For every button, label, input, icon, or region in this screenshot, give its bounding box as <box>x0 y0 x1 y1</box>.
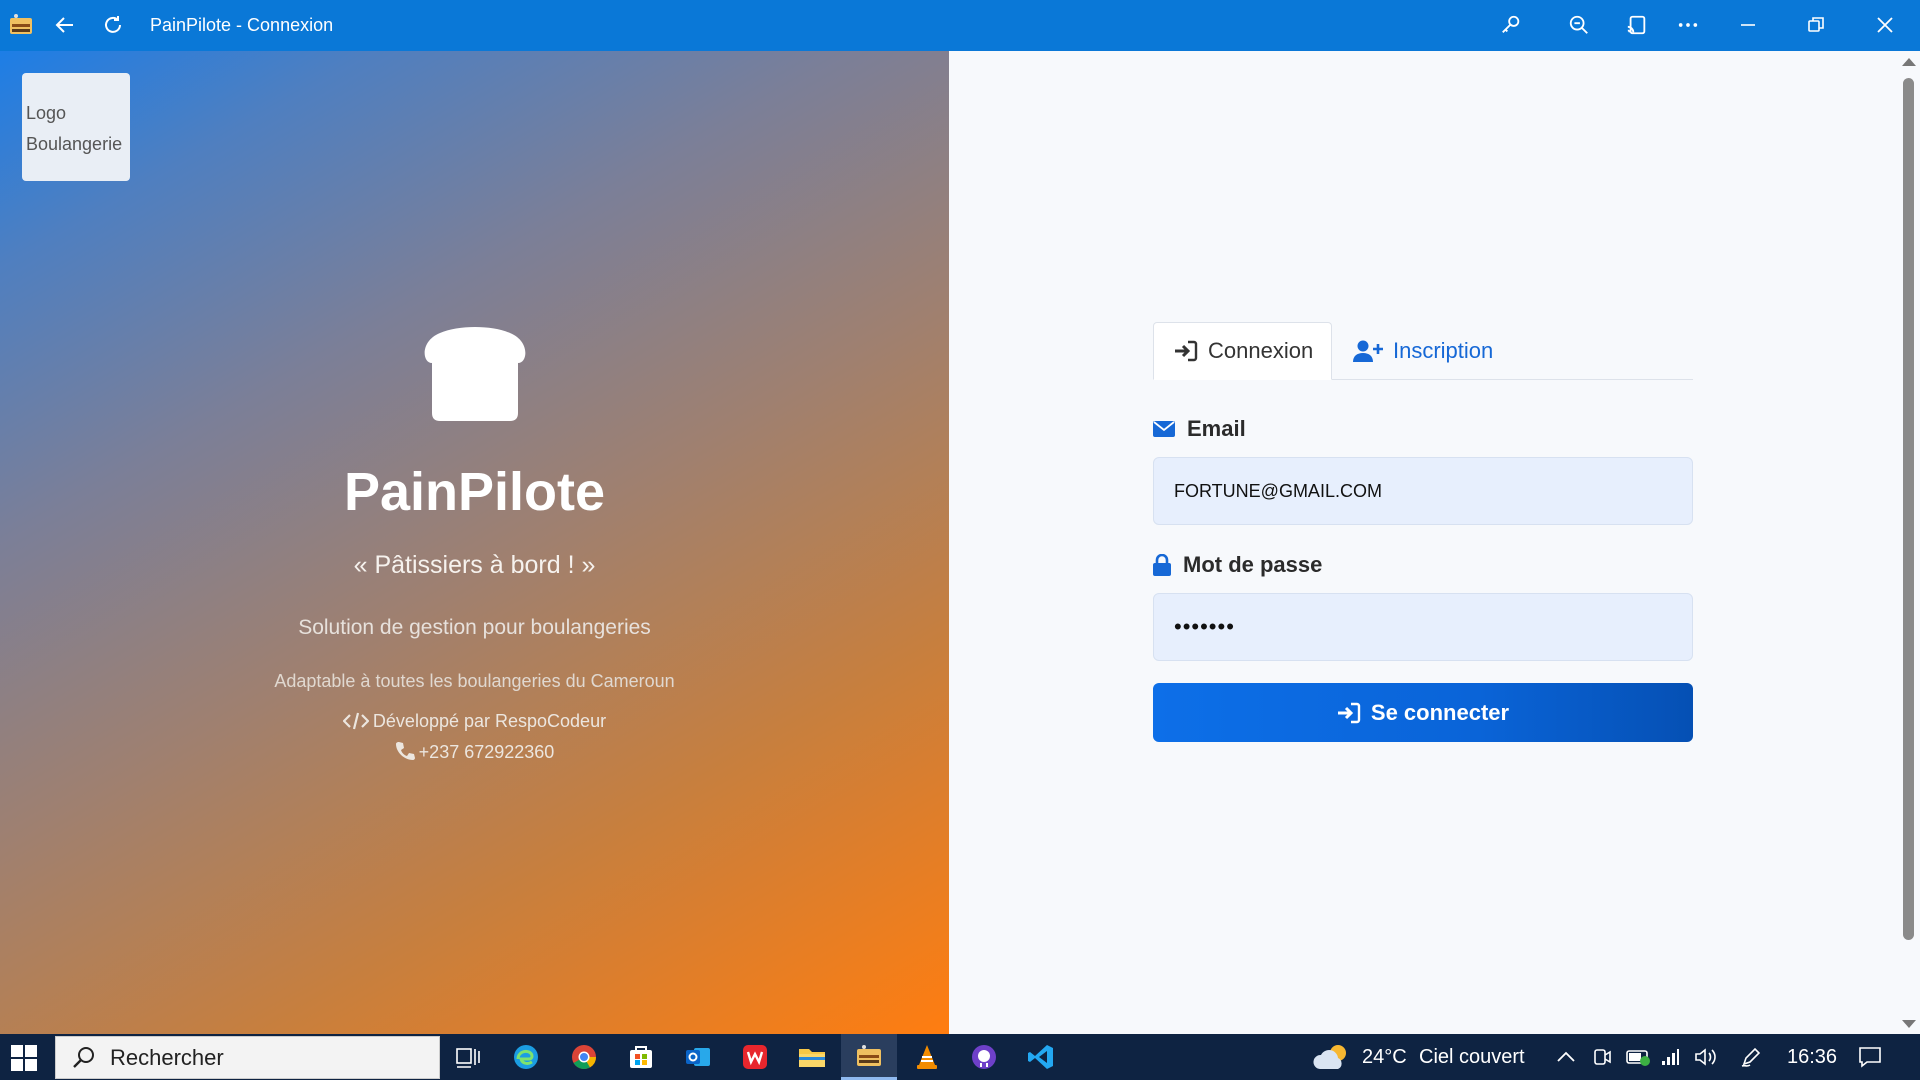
scroll-down-arrow[interactable] <box>1902 1020 1916 1028</box>
brand-panel: Logo Boulangerie PainPilote « Pâtissiers… <box>0 51 949 1034</box>
store-icon[interactable] <box>613 1034 669 1080</box>
taskbar: Rechercher 24°C Ciel couvert 16:36 <box>0 1034 1920 1080</box>
logo-line-1: Logo <box>26 103 67 123</box>
tab-inscription-label: Inscription <box>1393 338 1494 363</box>
window-title: PainPilote - Connexion <box>150 15 334 35</box>
network-icon[interactable] <box>1660 1034 1680 1080</box>
battery-icon[interactable] <box>1626 1034 1652 1080</box>
wps-office-icon[interactable] <box>727 1034 783 1080</box>
chrome-icon[interactable] <box>556 1034 612 1080</box>
logo-placeholder: Logo Boulangerie <box>22 73 130 181</box>
brand-subtitle: Solution de gestion pour boulangeries <box>298 616 651 639</box>
phone-line: +237 672922360 <box>0 741 949 766</box>
refresh-icon[interactable] <box>96 8 130 42</box>
cast-icon[interactable] <box>1620 8 1654 42</box>
phone-icon <box>395 741 415 766</box>
taskbar-search[interactable]: Rechercher <box>55 1036 440 1079</box>
title-bar: PainPilote - Connexion <box>0 0 1920 51</box>
back-arrow-icon[interactable] <box>48 8 82 42</box>
email-label: Email <box>1153 416 1246 442</box>
vlc-icon[interactable] <box>899 1034 955 1080</box>
sign-in-icon <box>1337 702 1361 724</box>
phone-text: +237 672922360 <box>418 742 555 762</box>
close-icon[interactable] <box>1868 8 1902 42</box>
brand-adaptable: Adaptable à toutes les boulangeries du C… <box>274 671 675 691</box>
file-explorer-icon[interactable] <box>784 1034 840 1080</box>
pen-icon[interactable] <box>1740 1034 1762 1080</box>
tab-connexion-label: Connexion <box>1208 338 1314 363</box>
auth-tabs: Connexion Inscription <box>1153 322 1693 380</box>
github-desktop-icon[interactable] <box>956 1034 1012 1080</box>
password-field[interactable] <box>1153 593 1693 661</box>
weather-temp[interactable]: 24°C <box>1362 1034 1407 1080</box>
meet-now-icon[interactable] <box>1592 1034 1612 1080</box>
logo-line-2: Boulangerie <box>26 134 123 154</box>
bread-icon <box>418 323 532 428</box>
code-icon <box>342 712 370 735</box>
edge-icon[interactable] <box>498 1034 554 1080</box>
notification-icon[interactable] <box>1858 1034 1882 1080</box>
volume-icon[interactable] <box>1694 1034 1718 1080</box>
clock[interactable]: 16:36 <box>1787 1034 1837 1080</box>
zoom-out-icon[interactable] <box>1562 8 1596 42</box>
brand-slogan: « Pâtissiers à bord ! » <box>353 551 596 579</box>
search-placeholder: Rechercher <box>110 1044 224 1070</box>
developer-text: Développé par RespoCodeur <box>372 711 607 731</box>
email-label-text: Email <box>1187 416 1246 441</box>
chevron-up-icon[interactable] <box>1556 1034 1576 1080</box>
weather-text[interactable]: Ciel couvert <box>1419 1034 1525 1080</box>
app-icon <box>8 12 34 38</box>
restore-icon[interactable] <box>1799 8 1833 42</box>
user-plus-icon <box>1353 339 1383 363</box>
painpilote-taskbar-icon[interactable] <box>841 1034 897 1080</box>
task-view-icon[interactable] <box>440 1034 496 1080</box>
developer-credit: Développé par RespoCodeur <box>0 711 949 735</box>
outlook-icon[interactable] <box>670 1034 726 1080</box>
brand-title: PainPilote <box>343 462 606 522</box>
lock-icon <box>1153 554 1171 576</box>
email-field[interactable] <box>1153 457 1693 525</box>
windows-start-icon[interactable] <box>10 1044 38 1072</box>
tab-connexion[interactable]: Connexion <box>1153 322 1332 380</box>
scroll-up-arrow[interactable] <box>1902 58 1916 66</box>
more-icon[interactable] <box>1671 8 1705 42</box>
tab-inscription[interactable]: Inscription <box>1353 322 1493 380</box>
login-panel <box>949 51 1900 1034</box>
weather-icon[interactable] <box>1312 1034 1352 1080</box>
key-icon[interactable] <box>1494 8 1528 42</box>
login-button[interactable]: Se connecter <box>1153 683 1693 742</box>
sign-in-icon <box>1174 340 1198 362</box>
vscode-icon[interactable] <box>1013 1034 1069 1080</box>
envelope-icon <box>1153 420 1175 438</box>
login-button-label: Se connecter <box>1370 699 1510 725</box>
password-label-text: Mot de passe <box>1183 552 1323 577</box>
password-label: Mot de passe <box>1153 552 1322 578</box>
search-icon <box>72 1046 96 1070</box>
scroll-thumb[interactable] <box>1903 78 1914 940</box>
minimize-icon[interactable] <box>1731 8 1765 42</box>
